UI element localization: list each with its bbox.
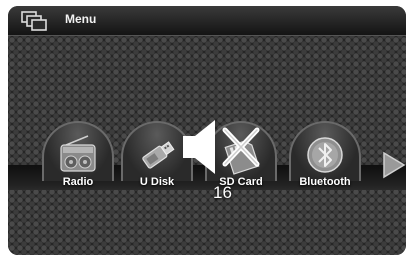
menu-title: Menu [65,12,97,26]
bluetooth-icon [307,137,343,173]
title-bar: Menu [8,6,406,36]
app-label-sdcard: SD Card [219,176,263,188]
menu-screen: Menu Radio U Disk SD Card Bluetooth 16 [8,6,406,255]
speaker-muted-icon [183,120,260,174]
app-label-udisk: U Disk [139,176,175,188]
usb-disk-icon [142,141,175,169]
app-label-radio: Radio [62,176,94,188]
app-label-bluetooth: Bluetooth [299,176,351,188]
menu-windows-icon[interactable] [21,11,47,31]
app-radio[interactable]: Radio [40,115,116,197]
app-bluetooth[interactable]: Bluetooth [287,115,363,197]
radio-icon [60,135,96,172]
right-arrow-icon[interactable] [381,150,406,180]
volume-level: 16 [213,183,232,202]
